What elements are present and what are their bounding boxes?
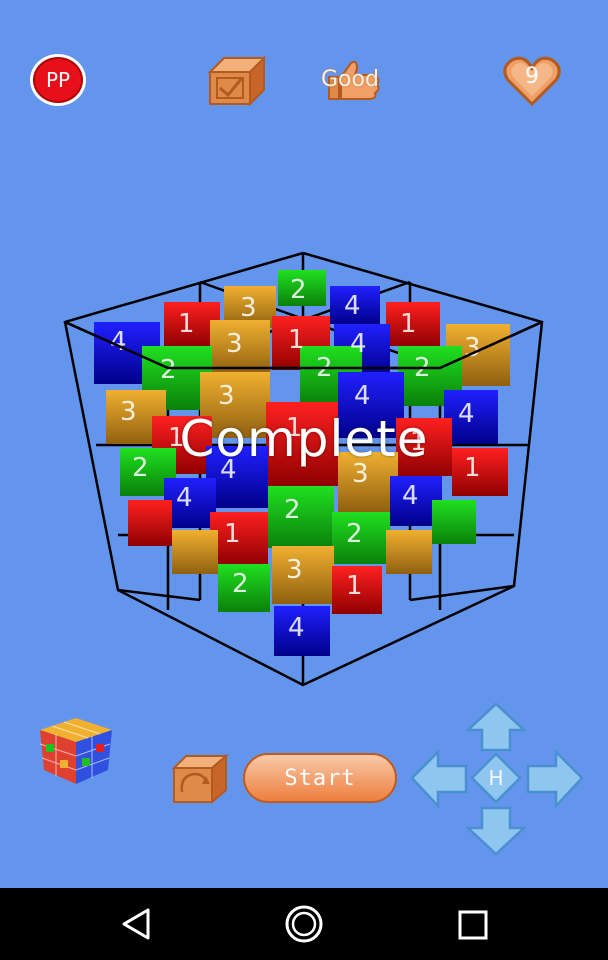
svg-text:3: 3 [226, 329, 243, 359]
complete-overlay: Complete [179, 410, 429, 468]
home-label: H [488, 766, 504, 790]
arrow-right-button[interactable] [526, 750, 586, 808]
svg-text:3: 3 [218, 381, 235, 411]
pp-label: PP [33, 57, 83, 103]
back-icon[interactable] [96, 888, 176, 960]
svg-text:4: 4 [402, 481, 419, 511]
svg-text:3: 3 [286, 555, 303, 585]
pp-button[interactable]: PP [30, 54, 86, 106]
start-button[interactable]: Start [243, 753, 397, 803]
system-nav-bar [0, 888, 608, 960]
home-nav-icon[interactable] [264, 888, 344, 960]
svg-text:1: 1 [400, 309, 417, 339]
svg-text:4: 4 [288, 613, 305, 643]
svg-text:4: 4 [176, 483, 193, 513]
checkbox-cube-icon[interactable] [206, 54, 266, 106]
home-button[interactable]: H [472, 754, 520, 802]
lives-count: 9 [525, 64, 539, 89]
rating-label: Good [321, 67, 379, 92]
svg-text:2: 2 [160, 355, 177, 385]
svg-text:2: 2 [232, 569, 249, 599]
svg-text:2: 2 [284, 495, 301, 525]
mini-cube-icon[interactable] [36, 714, 116, 788]
game-screen: PP Good 9 2 3 4 1 1 4 3 3 1 4 2 2 2 3 4 … [0, 0, 608, 888]
rotate-cube-icon[interactable] [170, 754, 230, 804]
svg-text:4: 4 [344, 291, 361, 321]
recents-icon[interactable] [432, 888, 512, 960]
svg-text:2: 2 [290, 275, 307, 305]
arrow-left-button[interactable] [408, 750, 468, 808]
rating-indicator: Good [315, 55, 395, 105]
svg-text:3: 3 [240, 293, 257, 323]
cube-puzzle[interactable]: 23 4 1 14 33 1 42 2 23 4 3 41 1 12 14 3 4 42 1 23 … [60, 250, 550, 695]
svg-text:3: 3 [464, 333, 481, 363]
arrow-down-button[interactable] [468, 806, 526, 858]
svg-text:4: 4 [354, 381, 371, 411]
svg-text:4: 4 [350, 329, 367, 359]
svg-text:1: 1 [224, 519, 241, 549]
arrow-up-button[interactable] [468, 700, 526, 752]
svg-text:1: 1 [346, 571, 363, 601]
svg-text:1: 1 [288, 325, 305, 355]
svg-text:2: 2 [346, 519, 363, 549]
lives-indicator: 9 [502, 54, 562, 108]
svg-text:1: 1 [178, 309, 195, 339]
